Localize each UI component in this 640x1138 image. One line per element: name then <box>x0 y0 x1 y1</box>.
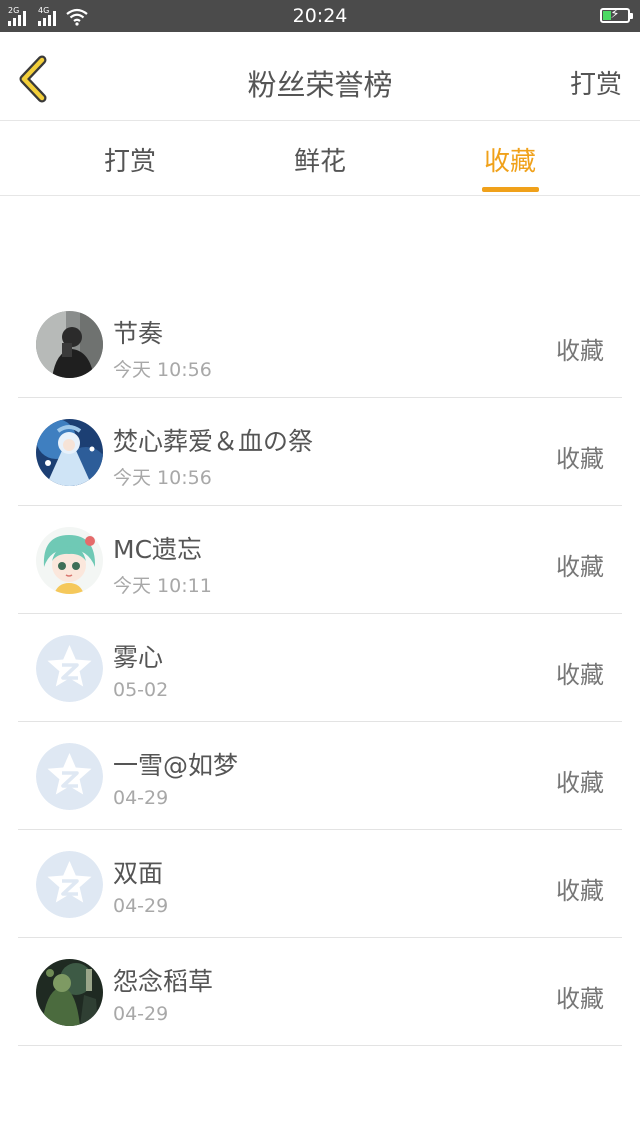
user-name: MC遗忘 <box>113 535 203 564</box>
avatar <box>36 419 103 486</box>
default-avatar-icon <box>36 635 103 702</box>
user-name: 焚心葬爱＆血の祭 <box>113 427 314 456</box>
action-label: 收藏 <box>556 877 604 905</box>
action-label: 收藏 <box>556 985 604 1013</box>
action-label: 收藏 <box>556 553 604 581</box>
user-name: 双面 <box>113 859 164 888</box>
tab-favorites[interactable]: 收藏 <box>450 141 570 178</box>
action-label: 收藏 <box>556 337 604 365</box>
default-avatar-icon <box>36 743 103 810</box>
timestamp: 04-29 <box>113 787 169 809</box>
action-label: 收藏 <box>556 769 604 797</box>
timestamp: 04-29 <box>113 895 169 917</box>
avatar <box>36 527 103 594</box>
active-tab-indicator <box>482 187 539 192</box>
list-item[interactable]: 一雪@如梦 04-29 收藏 <box>18 722 622 830</box>
tab-bar: 打赏 鲜花 收藏 <box>0 121 640 196</box>
clock: 20:24 <box>292 5 348 27</box>
battery-icon: ⚡ <box>600 7 633 23</box>
nav-header: 粉丝荣誉榜 打赏 <box>0 32 640 121</box>
status-bar: 2G 4G 20:24 ⚡ <box>0 0 640 32</box>
list-item[interactable]: 焚心葬爱＆血の祭 今天 10:56 收藏 <box>18 398 622 506</box>
avatar <box>36 959 103 1026</box>
list-item[interactable]: 节奏 今天 10:56 收藏 <box>18 290 622 398</box>
reward-button[interactable]: 打赏 <box>570 64 622 101</box>
list-item[interactable]: 雾心 05-02 收藏 <box>18 614 622 722</box>
user-name: 雾心 <box>113 643 164 672</box>
action-label: 收藏 <box>556 445 604 473</box>
user-name: 节奏 <box>113 319 164 348</box>
avatar <box>36 311 103 378</box>
tab-reward[interactable]: 打赏 <box>70 141 190 178</box>
list-item[interactable]: 怨念稻草 04-29 收藏 <box>18 938 622 1046</box>
user-name: 一雪@如梦 <box>113 751 239 780</box>
user-name: 怨念稻草 <box>113 967 214 996</box>
timestamp: 今天 10:11 <box>113 575 212 597</box>
page-title: 粉丝荣誉榜 <box>247 68 393 102</box>
action-label: 收藏 <box>556 661 604 689</box>
list-item[interactable]: MC遗忘 今天 10:11 收藏 <box>18 506 622 614</box>
charging-icon: ⚡ <box>610 7 620 22</box>
tab-flowers[interactable]: 鲜花 <box>260 141 380 178</box>
default-avatar-icon <box>36 851 103 918</box>
timestamp: 04-29 <box>113 1003 169 1025</box>
list-item[interactable]: 双面 04-29 收藏 <box>18 830 622 938</box>
timestamp: 今天 10:56 <box>113 467 212 489</box>
timestamp: 05-02 <box>113 679 169 701</box>
timestamp: 今天 10:56 <box>113 359 212 381</box>
fan-list: 节奏 今天 10:56 收藏 焚心葬爱＆血の祭 今天 10:56 收藏 MC遗忘… <box>18 290 622 1046</box>
